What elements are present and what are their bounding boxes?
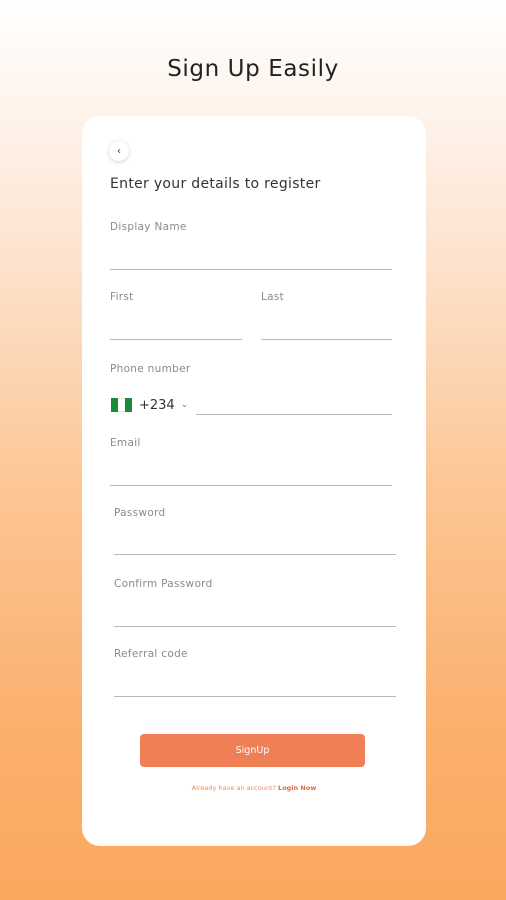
email-label: Email: [110, 437, 141, 449]
password-input[interactable]: [114, 529, 396, 555]
signup-button[interactable]: SignUp: [140, 734, 365, 767]
referral-code-input[interactable]: [114, 671, 396, 697]
page-title: Sign Up Easily: [167, 56, 339, 82]
chevron-left-icon: ‹: [117, 145, 121, 157]
password-label: Password: [114, 507, 166, 519]
display-name-label: Display Name: [110, 221, 187, 233]
back-button[interactable]: ‹: [109, 141, 129, 161]
first-name-input[interactable]: [110, 314, 242, 340]
nigeria-flag-icon: [111, 398, 132, 412]
signup-card: ‹ Enter your details to register Display…: [82, 116, 426, 846]
referral-code-label: Referral code: [114, 648, 188, 660]
last-name-input[interactable]: [261, 314, 392, 340]
first-name-label: First: [110, 291, 134, 303]
login-now-link[interactable]: Login Now: [278, 784, 316, 792]
login-prompt-text: Already have an account?: [191, 784, 279, 792]
country-code-selector[interactable]: +234 ⌄: [111, 395, 188, 415]
chevron-down-icon: ⌄: [180, 400, 189, 410]
phone-label: Phone number: [110, 363, 191, 375]
email-input[interactable]: [110, 460, 392, 486]
last-name-label: Last: [261, 291, 285, 303]
confirm-password-label: Confirm Password: [114, 578, 213, 590]
form-subtitle: Enter your details to register: [110, 176, 321, 192]
country-code: +234: [139, 397, 175, 413]
display-name-input[interactable]: [110, 244, 392, 270]
confirm-password-input[interactable]: [114, 601, 396, 627]
login-prompt-line: Already have an account? Login Now: [82, 784, 426, 792]
phone-input[interactable]: [196, 389, 392, 415]
